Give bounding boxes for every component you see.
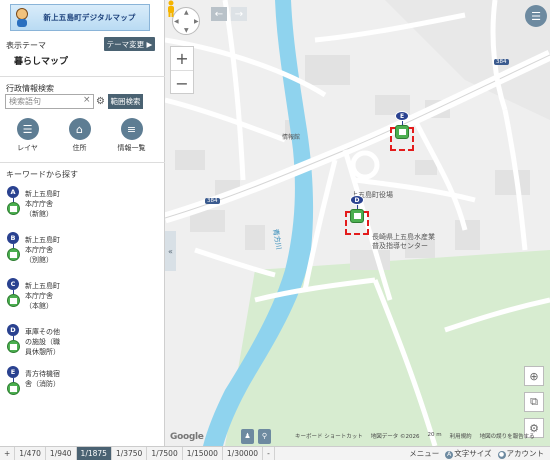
- scale-plus-button[interactable]: +: [0, 446, 16, 460]
- mapdata-text: 地図データ ©2026: [370, 434, 420, 440]
- tool-label: レイヤ: [17, 144, 38, 152]
- keyword-list: A 新上五島町本庁庁舎（新館） B 新上五島町本庁庁舎（別館） C 新上五島町本…: [6, 185, 156, 411]
- scale-option[interactable]: 1/470: [15, 446, 46, 460]
- font-size-icon: A: [445, 451, 454, 459]
- home-icon: ⌂: [68, 118, 91, 140]
- range-search-button[interactable]: 範囲検索: [108, 94, 143, 109]
- back-arrow-icon[interactable]: ←: [211, 7, 227, 21]
- list-item[interactable]: B 新上五島町本庁庁舎（別館）: [6, 231, 156, 277]
- shortcuts-link[interactable]: キーボード ショートカット: [295, 432, 363, 440]
- account-icon: ●: [497, 451, 506, 459]
- zoom-control: + −: [170, 46, 194, 94]
- scale-option[interactable]: 1/3750: [112, 446, 148, 460]
- tool-layers[interactable]: ☰ レイヤ: [5, 118, 50, 153]
- map-footer: ♟ ⚲ キーボード ショートカット 地図データ ©2026 20 m 利用規約 …: [241, 426, 541, 446]
- list-item[interactable]: D 車庫その他の施設（職員休憩所）: [6, 323, 156, 365]
- logo-text: 新上五島町デジタルマップ: [43, 13, 136, 22]
- font-size-link[interactable]: A 文字サイズ: [445, 448, 492, 459]
- facility-pin-icon: B: [6, 231, 20, 261]
- collapse-sidebar-button[interactable]: «: [165, 231, 176, 271]
- scale-option[interactable]: 1/30000: [223, 446, 264, 460]
- list-item[interactable]: C 新上五島町本庁庁舎（本館）: [6, 277, 156, 323]
- facility-marker[interactable]: E: [392, 111, 412, 139]
- facility-pin-icon: D: [6, 323, 20, 353]
- tool-label: 情報一覧: [117, 144, 146, 152]
- list-item-text: 新上五島町本庁庁舎（本館）: [25, 282, 60, 310]
- list-item-text: 新上五島町本庁庁舎（別館）: [25, 236, 60, 264]
- scale-bar: + 1/470 1/940 1/1875 1/3750 1/7500 1/150…: [0, 446, 550, 460]
- search-input[interactable]: [5, 94, 94, 109]
- map-view[interactable]: 384 384 情報館 上五島町役場 長崎県上五島水産業 普及指導センター 青方…: [165, 0, 550, 446]
- tool-address[interactable]: ⌂ 住所: [57, 118, 102, 153]
- tool-info-list[interactable]: ≡ 情報一覧: [109, 118, 154, 153]
- sidebar: 新上五島町デジタルマップ 表示テーマ テーマ変更 ▶ 暮らしマップ 行政情報検索…: [0, 0, 165, 446]
- list-item-text: 青方待機宿舎（消防）: [25, 370, 60, 388]
- scale-option[interactable]: 1/15000: [183, 446, 223, 460]
- tool-label: 住所: [72, 144, 87, 152]
- pegman-icon[interactable]: [165, 0, 177, 18]
- theme-label: 表示テーマ: [6, 41, 46, 50]
- theme-name: 暮らしマップ: [14, 57, 69, 67]
- list-item-text: 新上五島町本庁庁舎（新館）: [25, 190, 60, 218]
- list-item[interactable]: A 新上五島町本庁庁舎（新館）: [6, 185, 156, 231]
- facility-pin-icon: A: [6, 185, 20, 215]
- zoom-in-button[interactable]: +: [171, 47, 193, 71]
- zoom-out-button[interactable]: −: [171, 71, 193, 95]
- report-link[interactable]: 地図の誤りを報告する: [480, 432, 535, 440]
- scale-minus-button[interactable]: -: [263, 446, 275, 460]
- layers-icon: ☰: [16, 118, 39, 140]
- scale-option[interactable]: 1/940: [46, 446, 77, 460]
- map-poi-label: 情報館: [282, 134, 301, 141]
- locate-icon[interactable]: ⊕: [524, 366, 544, 386]
- clear-icon[interactable]: ×: [83, 95, 91, 105]
- footer-links: メニュー A 文字サイズ ● アカウント: [409, 448, 550, 459]
- theme-change-button[interactable]: テーマ変更 ▶: [104, 37, 155, 51]
- facility-pin-icon: C: [6, 277, 20, 307]
- copy-icon[interactable]: ⧉: [524, 392, 544, 412]
- list-item[interactable]: E 青方待機宿舎（消防）: [6, 365, 156, 411]
- forward-arrow-icon[interactable]: →: [231, 7, 247, 21]
- account-link[interactable]: ● アカウント: [497, 448, 544, 459]
- pin-icon[interactable]: ⚲: [258, 428, 271, 444]
- route-shield: 384: [494, 59, 509, 65]
- keyword-label: キーワードから探す: [6, 170, 78, 179]
- gear-icon[interactable]: ⚙: [95, 95, 106, 108]
- facility-marker[interactable]: D: [347, 195, 367, 223]
- search-label: 行政情報検索: [6, 84, 54, 93]
- list-item-text: 車庫その他の施設（職員休憩所）: [25, 328, 60, 356]
- google-logo: Google: [170, 432, 204, 442]
- facility-pin-icon: E: [6, 365, 20, 395]
- person-icon[interactable]: ♟: [241, 428, 254, 444]
- divider: [0, 76, 165, 77]
- divider: [0, 162, 165, 163]
- route-shield: 384: [205, 198, 220, 204]
- mascot-icon: [14, 7, 30, 28]
- terms-link[interactable]: 利用規約: [450, 432, 472, 440]
- list-icon: ≡: [120, 118, 143, 140]
- scale-text: 20 m: [427, 432, 442, 438]
- menu-link[interactable]: メニュー: [409, 448, 439, 459]
- scale-option[interactable]: 1/7500: [147, 446, 183, 460]
- app-logo[interactable]: 新上五島町デジタルマップ: [10, 4, 150, 31]
- map-poi-label: 普及指導センター: [372, 242, 428, 250]
- scale-option-active[interactable]: 1/1875: [76, 446, 112, 460]
- menu-icon[interactable]: ☰: [525, 5, 547, 27]
